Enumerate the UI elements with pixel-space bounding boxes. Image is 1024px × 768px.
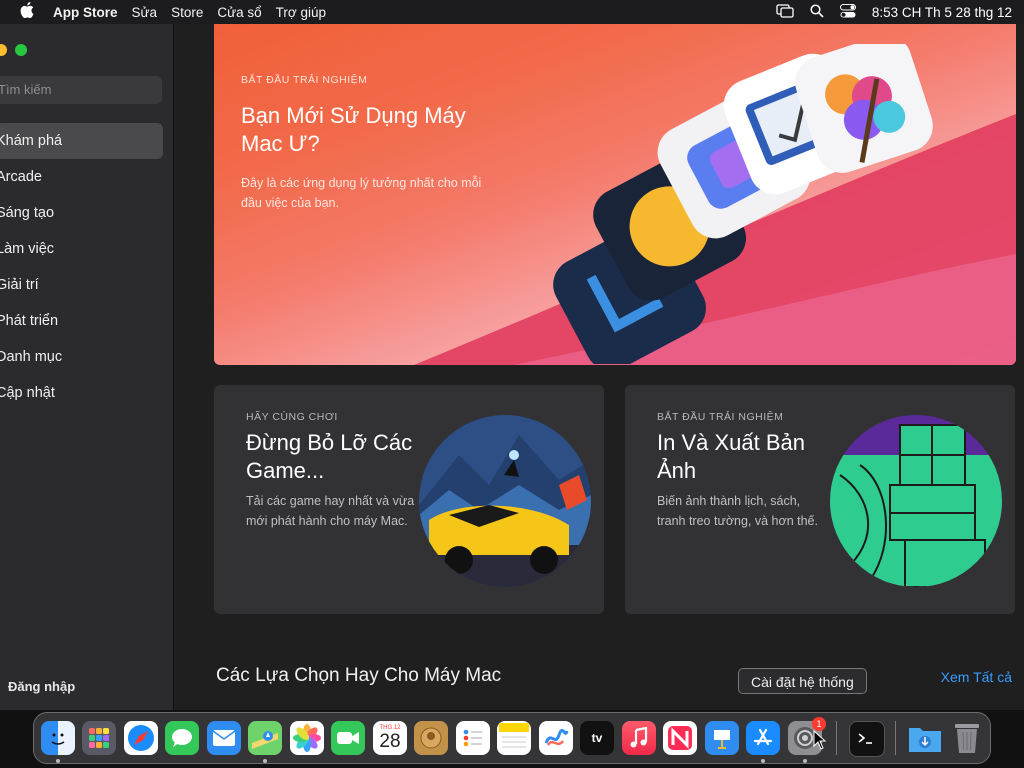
dock-tooltip: Cài đặt hệ thống	[738, 668, 867, 694]
sidebar-item-discover[interactable]: Khám phá	[0, 123, 163, 159]
menu-app-name[interactable]: App Store	[53, 5, 118, 20]
messages-icon[interactable]	[165, 721, 199, 755]
menu-edit[interactable]: Sửa	[132, 5, 158, 20]
contacts-icon[interactable]	[414, 721, 448, 755]
app-store-icon[interactable]	[746, 721, 780, 755]
sidebar: Tìm kiếm Khám phá Arcade Sáng tạo Làm vi…	[0, 24, 174, 710]
screen-mirroring-icon[interactable]	[776, 3, 794, 21]
card-description: Tải các game hay nhất và vừa mới phát hà…	[246, 494, 415, 528]
minimize-button[interactable]	[0, 44, 7, 56]
sidebar-nav: Khám phá Arcade Sáng tạo Làm việc Giải t…	[0, 123, 170, 411]
sidebar-item-create[interactable]: Sáng tạo	[0, 195, 163, 231]
facetime-icon[interactable]	[331, 721, 365, 755]
menu-clock[interactable]: 8:53 CH Th 5 28 thg 12	[872, 5, 1012, 20]
trash-icon[interactable]	[950, 721, 984, 755]
menu-window[interactable]: Cửa sổ	[217, 5, 261, 20]
music-icon[interactable]	[622, 721, 656, 755]
sidebar-item-play[interactable]: Giải trí	[0, 267, 163, 303]
menu-help[interactable]: Trợ giúp	[276, 5, 326, 20]
reminders-icon[interactable]	[456, 721, 490, 755]
sidebar-item-categories[interactable]: Danh mục	[0, 339, 163, 375]
maps-icon[interactable]	[248, 721, 282, 755]
main-content: BẮT ĐẦU TRẢI NGHIỆM Bạn Mới Sử Dụng Máy …	[174, 24, 1024, 710]
notification-badge: 1	[812, 717, 826, 731]
hero-title: Bạn Mới Sử Dụng Máy Mac Ư?	[241, 103, 466, 156]
mouse-cursor-icon	[813, 730, 827, 750]
card-games[interactable]: HÃY CÙNG CHƠI Đừng Bỏ Lỡ Các Game... Tải…	[214, 385, 604, 614]
calendar-icon[interactable]: THG 12 28	[373, 721, 407, 755]
mail-icon[interactable]	[207, 721, 241, 755]
notes-icon[interactable]	[497, 721, 531, 755]
sidebar-item-develop[interactable]: Phát triển	[0, 303, 163, 339]
card-description: Biến ảnh thành lịch, sách, tranh treo tư…	[657, 494, 818, 528]
card-photo-printing[interactable]: BẮT ĐẦU TRẢI NGHIỆM In Và Xuất Bản Ảnh B…	[625, 385, 1015, 614]
sidebar-item-updates[interactable]: Cập nhật	[0, 375, 163, 411]
card-title: In Và Xuất Bản Ảnh	[657, 430, 805, 483]
safari-icon[interactable]	[124, 721, 158, 755]
menu-store[interactable]: Store	[171, 5, 203, 20]
gift-box-illustration	[830, 415, 1002, 587]
finder-icon[interactable]	[41, 721, 75, 755]
racing-game-illustration	[419, 415, 591, 587]
tv-label: tv	[591, 731, 603, 745]
dock: THG 12 28 tv 1	[33, 712, 991, 764]
card-title: Đừng Bỏ Lỡ Các Game...	[246, 430, 413, 483]
hero-eyebrow: BẮT ĐẦU TRẢI NGHIỆM	[241, 74, 368, 86]
search-input[interactable]: Tìm kiếm	[0, 76, 162, 104]
sidebar-item-arcade[interactable]: Arcade	[0, 159, 163, 195]
app-icons-illustration	[553, 44, 933, 364]
apple-tv-icon[interactable]: tv	[580, 721, 614, 755]
sidebar-item-work[interactable]: Làm việc	[0, 231, 163, 267]
section-title: Các Lựa Chọn Hay Cho Máy Mac	[216, 665, 502, 686]
hero-description: Đây là các ứng dụng lý tưởng nhất cho mỗ…	[241, 176, 482, 210]
window-controls	[0, 44, 27, 56]
downloads-folder-icon[interactable]	[908, 721, 942, 755]
hero-banner[interactable]: BẮT ĐẦU TRẢI NGHIỆM Bạn Mới Sử Dụng Máy …	[214, 24, 1016, 365]
apple-menu-icon[interactable]	[16, 2, 38, 22]
sign-in-button[interactable]: Đăng nhập	[8, 679, 75, 694]
control-center-icon[interactable]	[839, 3, 856, 21]
dock-separator	[836, 721, 837, 755]
freeform-icon[interactable]	[539, 721, 573, 755]
menu-bar: App Store Sửa Store Cửa sổ Trợ giúp 8:53…	[0, 0, 1024, 24]
card-eyebrow: BẮT ĐẦU TRẢI NGHIỆM	[657, 411, 784, 423]
spotlight-search-icon[interactable]	[810, 3, 824, 21]
card-eyebrow: HÃY CÙNG CHƠI	[246, 411, 338, 423]
calendar-day: 28	[379, 731, 401, 752]
zoom-button[interactable]	[15, 44, 27, 56]
photos-icon[interactable]	[290, 721, 324, 755]
keynote-icon[interactable]	[705, 721, 739, 755]
news-icon[interactable]	[663, 721, 697, 755]
terminal-icon[interactable]	[849, 721, 885, 757]
dock-separator	[895, 721, 896, 755]
launchpad-icon[interactable]	[82, 721, 116, 755]
see-all-link[interactable]: Xem Tất cả	[941, 669, 1012, 685]
